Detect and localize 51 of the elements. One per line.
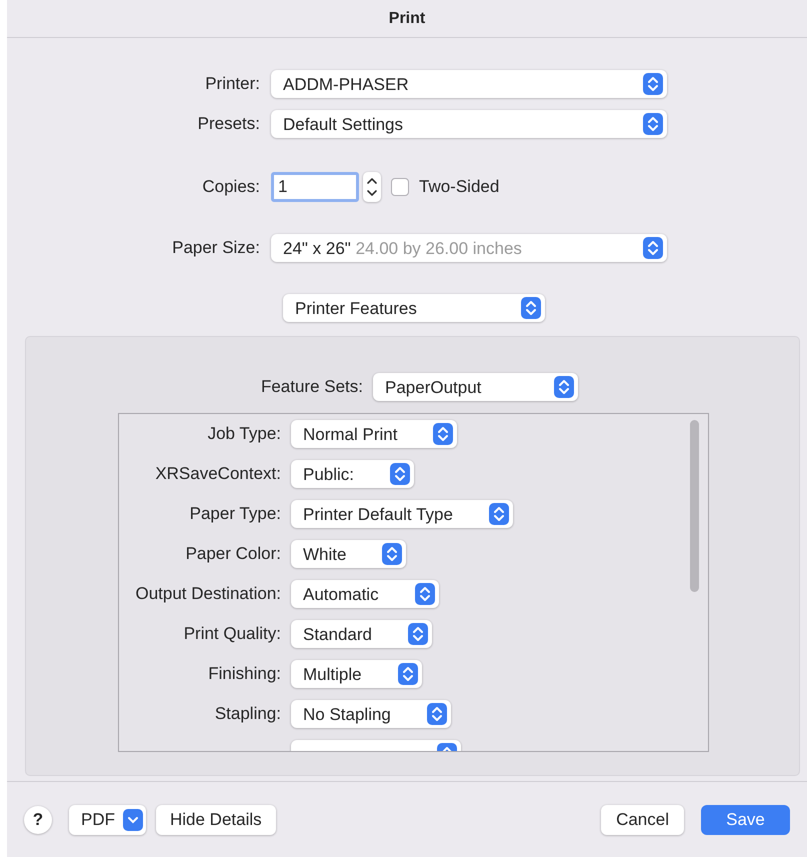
checkbox[interactable] <box>391 178 409 196</box>
field-label: Paper Color: <box>184 543 282 566</box>
stepper-arrows-icon <box>382 543 402 565</box>
field-label: Presets: <box>196 113 261 136</box>
field-label: Feature Sets: <box>260 376 364 398</box>
popup-button[interactable]: Multiple <box>291 660 422 688</box>
copies-field[interactable]: 1 <box>271 172 359 202</box>
stepper-arrows-icon <box>643 237 663 259</box>
popup-button[interactable]: 24" x 26" 24.00 by 26.00 inches <box>271 234 667 262</box>
stepper-arrows-icon <box>414 583 435 605</box>
popup-button[interactable]: Normal Print <box>291 420 458 448</box>
popup-button[interactable]: Default Settings <box>271 110 667 138</box>
field-label: Paper Type: <box>188 503 282 526</box>
popup-button[interactable]: ADDM-PHASER <box>271 70 667 98</box>
stepper-arrows-icon <box>398 663 418 685</box>
popup-button[interactable]: Printer Default Type <box>291 500 513 528</box>
field-label: Printer: <box>204 73 261 96</box>
popup-button[interactable]: Standard <box>291 620 432 648</box>
stepper-arrows-icon <box>408 623 428 645</box>
field-label: Paper Size: <box>171 237 261 260</box>
chevron-down-icon <box>123 808 143 830</box>
stepper-arrows-icon <box>554 376 574 398</box>
stepper-arrows-icon <box>390 463 410 485</box>
field-label: Job Type: <box>206 423 282 446</box>
pdf-menu-button[interactable]: PDF <box>69 804 146 834</box>
field-label: Finishing: <box>207 663 282 686</box>
popup-button[interactable]: Public: <box>291 460 414 488</box>
stepper-icon[interactable] <box>363 172 381 202</box>
help-button[interactable]: ? <box>24 806 52 834</box>
field-label: Output Destination: <box>134 583 282 606</box>
hide-details-button[interactable]: Hide Details <box>156 804 276 834</box>
stepper-arrows-icon <box>643 113 663 135</box>
scrollbar-thumb[interactable] <box>690 420 699 592</box>
field-label: XRSaveContext: <box>154 463 282 486</box>
popup-button[interactable]: Automatic <box>291 580 439 608</box>
stepper-arrows-icon <box>433 423 454 445</box>
popup-button[interactable]: Printer Features <box>283 294 545 322</box>
field-label: Copies: <box>201 176 261 198</box>
checkbox-label: Two-Sided <box>419 176 500 198</box>
window-title: Print <box>388 8 426 28</box>
stepper-arrows-icon <box>426 703 447 725</box>
cancel-button[interactable]: Cancel <box>601 804 684 834</box>
field-label: Print Quality: <box>182 623 282 646</box>
save-button[interactable]: Save <box>701 804 790 834</box>
stepper-arrows-icon <box>643 73 663 95</box>
stepper-arrows-icon <box>521 297 541 319</box>
popup-button[interactable]: PaperOutput <box>373 373 578 401</box>
popup-button[interactable]: No Stapling <box>291 700 451 728</box>
popup-button[interactable]: White <box>291 540 406 568</box>
stepper-arrows-icon <box>488 503 509 525</box>
field-label: Stapling: <box>214 703 282 726</box>
